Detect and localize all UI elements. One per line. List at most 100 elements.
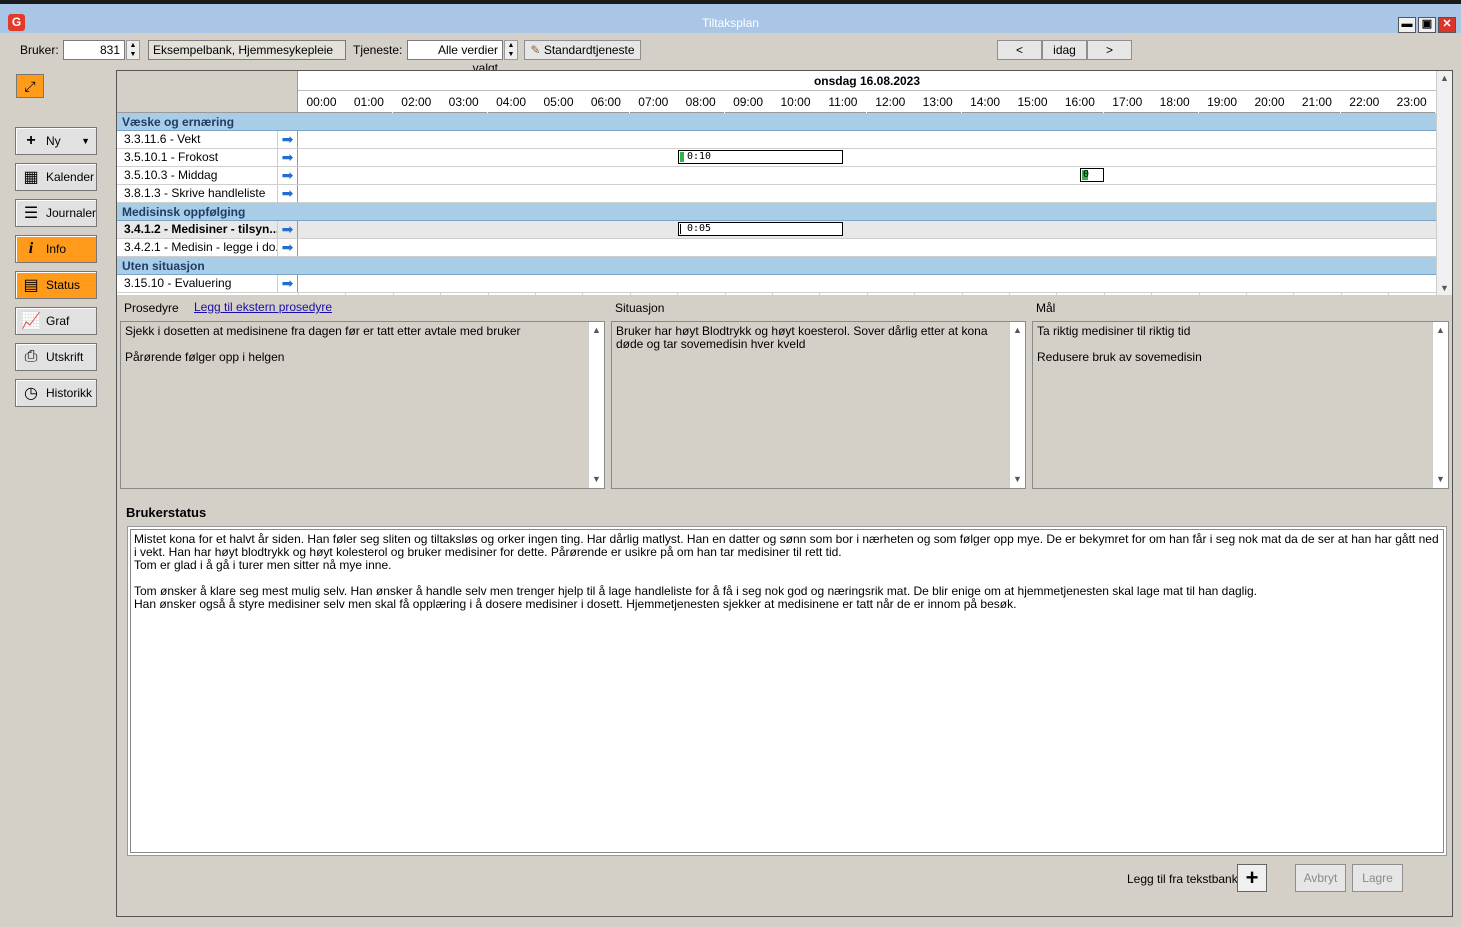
bruker-spinner[interactable]: ▲ ▼ bbox=[126, 40, 140, 60]
close-button[interactable]: ✕ bbox=[1438, 17, 1456, 33]
group-row[interactable]: Medisinsk oppfølging bbox=[117, 203, 1436, 221]
hour-label: 15:00 bbox=[1009, 91, 1056, 113]
clock-icon: ◷ bbox=[24, 385, 38, 402]
hour-label: 02:00 bbox=[392, 91, 440, 113]
lagre-button[interactable]: Lagre bbox=[1352, 864, 1403, 892]
time-bar[interactable]: 0:10 bbox=[678, 150, 843, 164]
arrow-right-icon[interactable]: ➡ bbox=[277, 275, 298, 292]
scroll-down-icon[interactable]: ▼ bbox=[1440, 283, 1449, 293]
schedule-scrollbar[interactable]: ▲ ▼ bbox=[1436, 71, 1452, 295]
brukerstatus-textarea[interactable]: Mistet kona for et halvt år siden. Han f… bbox=[130, 529, 1444, 853]
chevron-down-icon: ▼ bbox=[81, 136, 90, 146]
maximize-button[interactable]: ▣ bbox=[1418, 17, 1436, 33]
add-external-procedure-link[interactable]: Legg til ekstern prosedyre bbox=[194, 300, 332, 314]
hour-label: 01:00 bbox=[345, 91, 393, 113]
hour-label: 05:00 bbox=[535, 91, 582, 113]
nav-kalender-button[interactable]: ▦ Kalender bbox=[15, 163, 97, 191]
nav-journaler-button[interactable]: ☰ Journaler bbox=[15, 199, 97, 227]
main-panel: onsdag 16.08.2023 00:00 01:00 02:00 03:00 04… bbox=[116, 70, 1453, 917]
bruker-name-field: Eksempelbank, Hjemmesykepleie bbox=[148, 40, 346, 60]
hour-label: 06:00 bbox=[582, 91, 630, 113]
scroll-down-icon[interactable]: ▼ bbox=[592, 473, 601, 486]
time-bar[interactable]: 0:05 bbox=[678, 222, 843, 236]
scroll-down-icon[interactable]: ▼ bbox=[1436, 473, 1445, 486]
task-row[interactable]: 3.15.10 - Evaluering ➡ bbox=[117, 275, 1436, 293]
hour-label: 10:00 bbox=[772, 91, 819, 113]
prosedyre-textbox[interactable]: Sjekk i dosetten at medisinene fra dagen… bbox=[120, 321, 605, 489]
broom-icon: ✎ bbox=[530, 43, 541, 57]
nav-historikk-button[interactable]: ◷ Historikk bbox=[15, 379, 97, 407]
arrow-right-icon[interactable]: ➡ bbox=[277, 131, 298, 148]
status-icon: ▤ bbox=[23, 277, 39, 294]
arrow-right-icon[interactable]: ➡ bbox=[277, 149, 298, 166]
group-row[interactable]: Væske og ernæring bbox=[117, 113, 1436, 131]
tjeneste-field[interactable]: Alle verdier valgt bbox=[407, 40, 503, 75]
hour-label: 19:00 bbox=[1198, 91, 1246, 113]
group-row[interactable]: Uten situasjon bbox=[117, 257, 1436, 275]
task-label: 3.4.2.1 - Medisin - legge i do... bbox=[124, 240, 277, 254]
hour-label: 08:00 bbox=[677, 91, 725, 113]
nav-utskrift-button[interactable]: ⎙ Utskrift bbox=[15, 343, 97, 371]
hour-label: 18:00 bbox=[1151, 91, 1199, 113]
plus-icon: + bbox=[1245, 865, 1259, 890]
hour-label: 14:00 bbox=[961, 91, 1009, 113]
task-row[interactable]: 3.3.11.6 - Vekt ➡ bbox=[117, 131, 1436, 149]
schedule-header-corner bbox=[117, 71, 298, 113]
next-day-button[interactable]: > bbox=[1087, 40, 1132, 60]
nav-status-button[interactable]: ▤ Status bbox=[15, 271, 97, 299]
hour-label: 16:00 bbox=[1056, 91, 1104, 113]
arrow-right-icon[interactable]: ➡ bbox=[277, 239, 298, 256]
arrow-right-icon[interactable]: ➡ bbox=[277, 221, 298, 238]
task-row[interactable]: 3.5.10.3 - Middag ➡ 0 bbox=[117, 167, 1436, 185]
today-button[interactable]: idag bbox=[1042, 40, 1087, 60]
expand-icon[interactable]: ⤢ bbox=[16, 74, 44, 98]
brukerstatus-title: Brukerstatus bbox=[126, 505, 207, 520]
task-row[interactable]: 3.5.10.1 - Frokost ➡ 0:10 bbox=[117, 149, 1436, 167]
graph-icon: 📈 bbox=[21, 313, 41, 330]
hour-label: 20:00 bbox=[1246, 91, 1293, 113]
journal-icon: ☰ bbox=[23, 205, 39, 222]
nav-info-button[interactable]: i Info bbox=[15, 235, 97, 263]
task-label: 3.3.11.6 - Vekt bbox=[124, 132, 201, 146]
nav-ny-button[interactable]: + Ny ▼ bbox=[15, 127, 97, 155]
info-icon: i bbox=[28, 240, 34, 257]
scroll-up-icon[interactable]: ▲ bbox=[592, 324, 601, 337]
scroll-up-icon[interactable]: ▲ bbox=[1436, 324, 1445, 337]
tjeneste-spinner[interactable]: ▲ ▼ bbox=[504, 40, 518, 60]
calendar-icon: ▦ bbox=[23, 169, 39, 186]
bruker-id-field[interactable]: 831 bbox=[63, 40, 125, 60]
maal-scrollbar[interactable]: ▲ ▼ bbox=[1432, 322, 1448, 488]
tekstbank-label: Legg til fra tekstbank bbox=[1127, 872, 1238, 886]
scroll-up-icon[interactable]: ▲ bbox=[1440, 73, 1449, 83]
maal-textbox[interactable]: Ta riktig medisiner til riktig tid Redus… bbox=[1032, 321, 1449, 489]
minimize-button[interactable]: ▬ bbox=[1398, 17, 1416, 33]
hour-label: 13:00 bbox=[914, 91, 962, 113]
situasjon-scrollbar[interactable]: ▲ ▼ bbox=[1009, 322, 1025, 488]
scroll-up-icon[interactable]: ▲ bbox=[1013, 324, 1022, 337]
task-row-selected[interactable]: 3.4.1.2 - Medisiner - tilsyn... ➡ 0:05 bbox=[117, 221, 1436, 239]
prev-day-button[interactable]: < bbox=[997, 40, 1042, 60]
prosedyre-label: Prosedyre bbox=[124, 301, 179, 315]
hour-label: 07:00 bbox=[629, 91, 677, 113]
schedule-grid: onsdag 16.08.2023 00:00 01:00 02:00 03:00 04… bbox=[117, 71, 1452, 295]
task-row[interactable]: 3.4.2.1 - Medisin - legge i do... ➡ bbox=[117, 239, 1436, 257]
bruker-label: Bruker: bbox=[20, 43, 59, 57]
add-from-textbank-button[interactable]: + bbox=[1237, 864, 1267, 892]
hour-label: 12:00 bbox=[866, 91, 914, 113]
nav-graf-button[interactable]: 📈 Graf bbox=[15, 307, 97, 335]
avbryt-button[interactable]: Avbryt bbox=[1295, 864, 1346, 892]
tjeneste-label: Tjeneste: bbox=[353, 43, 403, 57]
scroll-down-icon[interactable]: ▼ bbox=[1013, 473, 1022, 486]
task-label: 3.5.10.3 - Middag bbox=[124, 168, 218, 182]
task-label: 3.15.10 - Evaluering bbox=[124, 276, 232, 290]
arrow-right-icon[interactable]: ➡ bbox=[277, 185, 298, 202]
hour-label: 17:00 bbox=[1103, 91, 1151, 113]
prosedyre-scrollbar[interactable]: ▲ ▼ bbox=[588, 322, 604, 488]
task-row[interactable]: 3.8.1.3 - Skrive handleliste ➡ bbox=[117, 185, 1436, 203]
hour-label: 03:00 bbox=[440, 91, 488, 113]
standardtjeneste-button[interactable]: ✎ Standardtjeneste bbox=[524, 40, 641, 60]
situasjon-textbox[interactable]: Bruker har høyt Blodtrykk og høyt koeste… bbox=[611, 321, 1026, 489]
arrow-right-icon[interactable]: ➡ bbox=[277, 167, 298, 184]
time-bar[interactable]: 0 bbox=[1080, 168, 1104, 182]
situasjon-label: Situasjon bbox=[615, 301, 665, 315]
